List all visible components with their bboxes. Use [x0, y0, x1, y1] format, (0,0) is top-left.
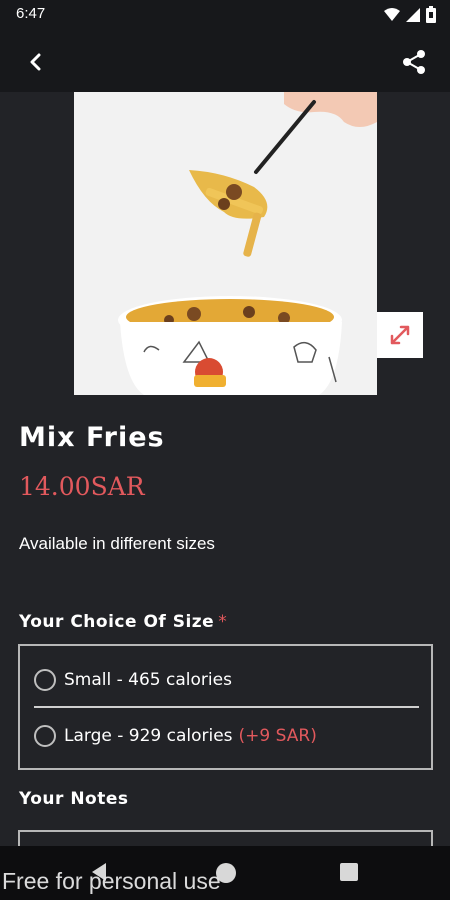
signal-icon	[406, 7, 420, 22]
battery-icon	[426, 6, 436, 23]
app-bar	[0, 30, 450, 92]
required-mark: *	[218, 612, 228, 632]
status-icons	[384, 6, 436, 23]
notes-section-title: Your Notes	[19, 789, 129, 809]
size-options: Small - 465 calories Large - 929 calorie…	[18, 644, 433, 770]
radio-button[interactable]	[34, 725, 56, 747]
product-price: 14.00SAR	[19, 472, 145, 501]
share-icon	[403, 50, 425, 74]
option-divider	[34, 706, 419, 708]
size-option-small[interactable]: Small - 465 calories	[34, 660, 232, 700]
size-section-title: Your Choice Of Size *	[19, 612, 227, 632]
radio-button[interactable]	[34, 669, 56, 691]
food-photo	[74, 92, 377, 395]
product-name: Mix Fries	[19, 422, 165, 453]
status-time: 6:47	[16, 5, 46, 22]
status-bar: 6:47	[0, 0, 450, 30]
expand-image-button[interactable]	[377, 312, 423, 358]
size-option-large[interactable]: Large - 929 calories (+9 SAR)	[34, 716, 317, 756]
nav-recents-icon[interactable]	[340, 863, 358, 881]
option-extra-price: (+9 SAR)	[238, 726, 317, 746]
share-button[interactable]	[398, 46, 430, 78]
option-label: Large - 929 calories	[64, 726, 233, 746]
chevron-left-icon	[30, 53, 41, 71]
back-button[interactable]	[20, 46, 52, 78]
watermark: Free for personal use	[2, 868, 221, 894]
product-description: Available in different sizes	[19, 534, 215, 553]
expand-icon	[390, 325, 410, 345]
size-section-label: Your Choice Of Size	[19, 612, 215, 632]
wifi-icon	[384, 7, 400, 21]
option-label: Small - 465 calories	[64, 670, 232, 690]
product-image	[74, 92, 377, 395]
